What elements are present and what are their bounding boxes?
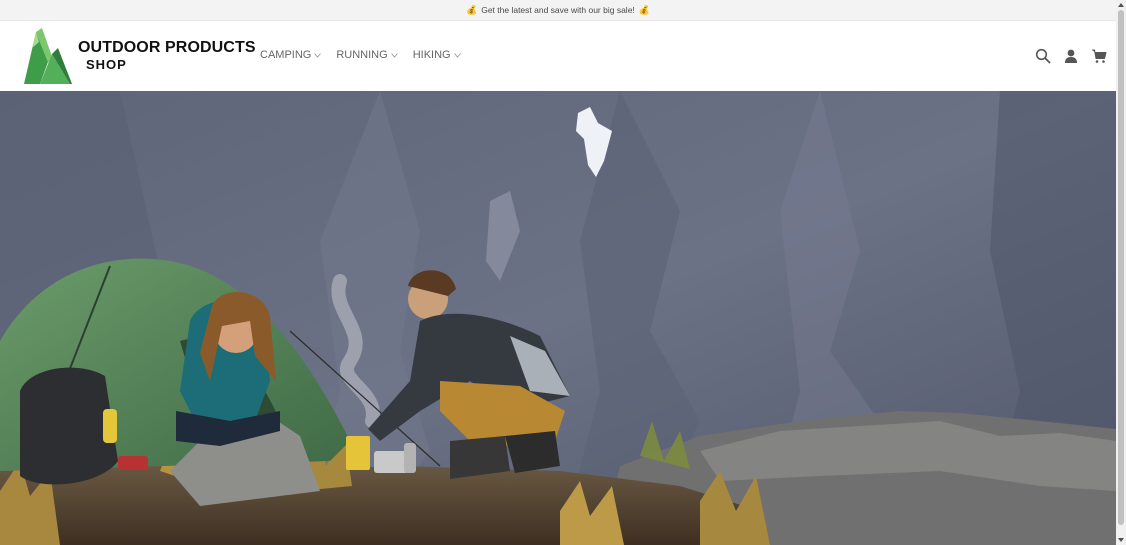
brand-logo[interactable] bbox=[22, 26, 74, 84]
chevron-down-icon bbox=[390, 52, 398, 58]
scroll-down-icon[interactable] bbox=[1117, 536, 1125, 544]
money-bag-icon: 💰 bbox=[638, 4, 650, 15]
scroll-up-icon[interactable] bbox=[1117, 1, 1125, 9]
header-icons bbox=[1035, 48, 1107, 64]
nav-label: RUNNING bbox=[336, 49, 388, 61]
announcement-bar: 💰 Get the latest and save with our big s… bbox=[0, 0, 1116, 21]
nav-label: HIKING bbox=[412, 49, 451, 61]
nav-item-running[interactable]: RUNNING bbox=[336, 49, 398, 61]
scrollbar-thumb[interactable] bbox=[1118, 10, 1124, 525]
search-icon[interactable] bbox=[1035, 48, 1051, 64]
nav-label: CAMPING bbox=[260, 49, 312, 61]
announcement-text: Get the latest and save with our big sal… bbox=[481, 5, 635, 15]
nav-item-hiking[interactable]: HIKING bbox=[413, 49, 461, 61]
brand-line1: OUTDOOR PRODUCTS bbox=[78, 39, 256, 56]
cart-icon[interactable] bbox=[1091, 48, 1107, 64]
chevron-down-icon bbox=[314, 52, 322, 58]
chevron-down-icon bbox=[453, 52, 461, 58]
hero-image bbox=[0, 91, 1116, 545]
hero-photo bbox=[0, 91, 1116, 545]
money-bag-icon: 💰 bbox=[466, 4, 478, 15]
page-scrollbar[interactable] bbox=[1116, 0, 1126, 545]
main-nav: CAMPING RUNNING HIKING bbox=[260, 49, 461, 61]
site-header: OUTDOOR PRODUCTS SHOP CAMPING RUNNING HI… bbox=[0, 21, 1116, 91]
nav-item-camping[interactable]: CAMPING bbox=[260, 49, 322, 61]
brand-line2: SHOP bbox=[86, 57, 127, 72]
brand-name[interactable]: OUTDOOR PRODUCTS SHOP bbox=[78, 39, 256, 72]
account-icon[interactable] bbox=[1063, 48, 1079, 64]
